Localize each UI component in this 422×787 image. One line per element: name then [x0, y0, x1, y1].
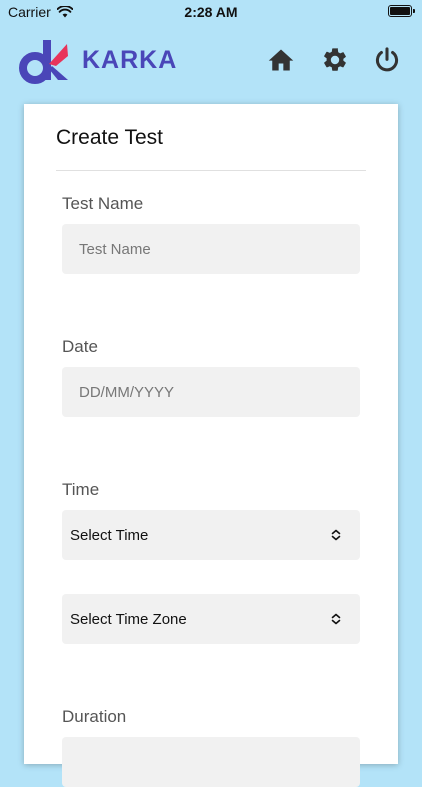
- status-bar: Carrier 2:28 AM: [0, 0, 422, 24]
- create-test-card: Create Test Test Name Test Name Date DD/…: [24, 104, 398, 787]
- brand-name: KARKA: [82, 45, 178, 74]
- title-divider: [56, 170, 366, 171]
- test-name-placeholder: Test Name: [79, 240, 151, 258]
- date-label: Date: [62, 337, 98, 356]
- date-input[interactable]: DD/MM/YYYY: [62, 367, 360, 417]
- time-label: Time: [62, 480, 100, 499]
- select-time-zone-dropdown[interactable]: Select Time Zone: [62, 594, 360, 644]
- duration-label: Duration: [62, 707, 127, 726]
- power-icon[interactable]: [373, 46, 401, 74]
- test-name-input[interactable]: Test Name: [62, 224, 360, 274]
- settings-icon[interactable]: [321, 46, 349, 74]
- karka-logo-icon: [19, 40, 68, 84]
- duration-input[interactable]: [62, 737, 360, 787]
- battery-icon: [388, 5, 415, 17]
- date-placeholder: DD/MM/YYYY: [79, 383, 175, 401]
- select-time-zone-value: Select Time Zone: [70, 610, 187, 628]
- select-time-value: Select Time: [70, 526, 149, 544]
- chevron-up-down-icon: [331, 529, 341, 541]
- home-icon[interactable]: [267, 46, 295, 74]
- select-time-dropdown[interactable]: Select Time: [62, 510, 360, 560]
- app-header: KARKA: [0, 30, 422, 94]
- test-name-label: Test Name: [62, 194, 144, 213]
- clock: 2:28 AM: [184, 4, 238, 20]
- page-title: Create Test: [56, 126, 163, 149]
- chevron-up-down-icon: [331, 613, 341, 625]
- brand-logo: KARKA: [18, 36, 177, 84]
